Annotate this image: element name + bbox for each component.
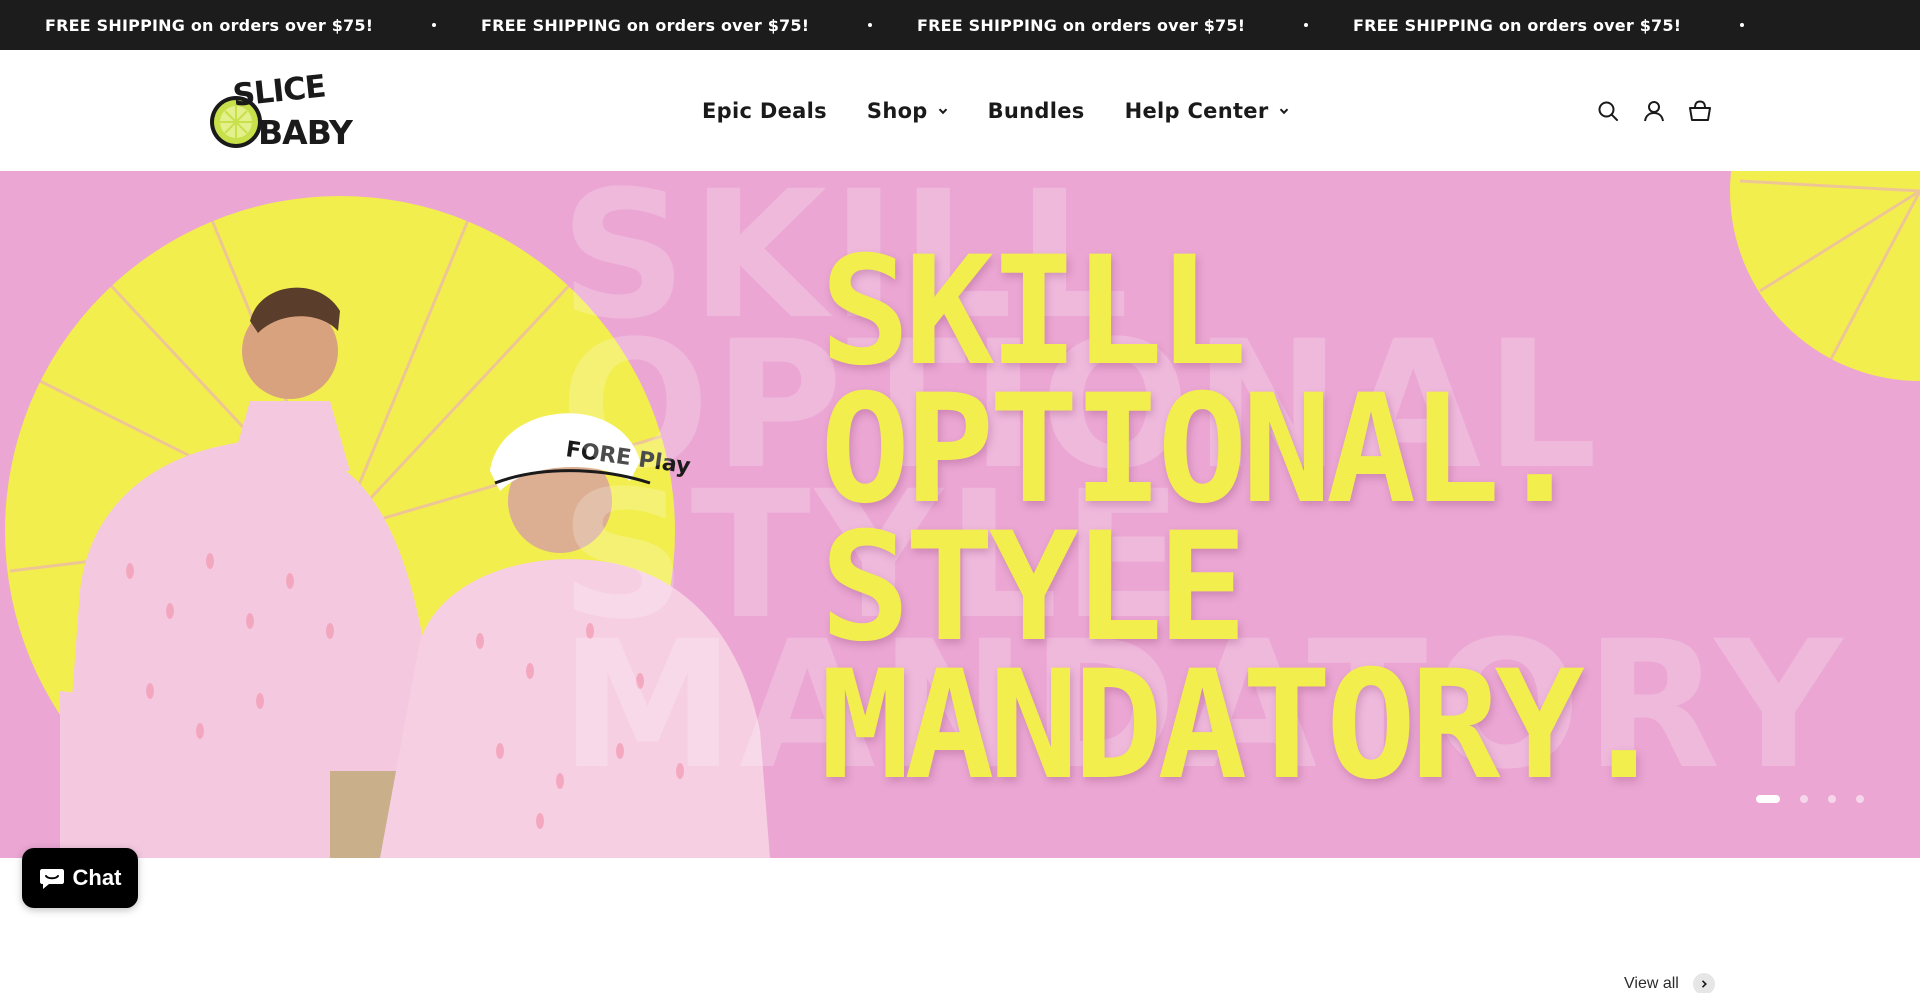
headline-line: MANDATORY. [820, 639, 1669, 813]
slide-dot-4[interactable] [1856, 795, 1864, 803]
chat-button[interactable]: Chat [22, 848, 138, 908]
search-icon[interactable] [1596, 99, 1620, 123]
nav-item-epic-deals[interactable]: Epic Deals [702, 99, 827, 123]
chevron-down-icon [938, 108, 947, 114]
announcement-text: FREE SHIPPING on orders over $75! [45, 15, 374, 35]
site-header: SLICE BABY Epic Deals Shop Bundles Help … [0, 50, 1920, 171]
nav-item-bundles[interactable]: Bundles [988, 99, 1085, 123]
slice-baby-logo[interactable]: SLICE BABY [208, 68, 355, 152]
chat-label: Chat [72, 865, 122, 890]
announcement-text: FREE SHIPPING on orders over $75! [481, 15, 810, 35]
announcement-track: FREE SHIPPING on orders over $75! FREE S… [0, 0, 1744, 50]
logo-graphic: SLICE BABY [210, 68, 355, 152]
slide-dot-1[interactable] [1756, 795, 1780, 803]
slideshow-pagination [1756, 795, 1864, 803]
account-icon[interactable] [1642, 99, 1666, 123]
nav-item-help-center[interactable]: Help Center [1125, 99, 1289, 123]
announcement-item: FREE SHIPPING on orders over $75! [0, 16, 436, 35]
announcement-item: FREE SHIPPING on orders over $75! [872, 16, 1308, 35]
slide-dot-3[interactable] [1828, 795, 1836, 803]
logo-text-slice: SLICE [231, 72, 327, 114]
announcement-bar: FREE SHIPPING on orders over $75! FREE S… [0, 0, 1920, 50]
hero-headline: SKILL OPTIONAL. STYLE MANDATORY. [820, 225, 1669, 813]
nav-label: Bundles [987, 98, 1085, 123]
slide-dot-2[interactable] [1800, 795, 1808, 803]
chat-bubble-icon [39, 869, 64, 889]
main-nav: Epic Deals Shop Bundles Help Center [702, 50, 1289, 171]
headline-line: OPTIONAL. [820, 363, 1585, 537]
announcement-text: FREE SHIPPING on orders over $75! [917, 15, 1246, 35]
announcement-text: FREE SHIPPING on orders over $75! [1353, 15, 1682, 35]
view-all-label: View all [1624, 975, 1679, 992]
nav-label: Help Center [1124, 98, 1269, 123]
view-all-link[interactable]: View all [1624, 973, 1715, 993]
announcement-item: FREE SHIPPING on orders over $75! [436, 16, 872, 35]
hero-banner[interactable]: FORE Play SKILL OPTIONAL STYLE MANDATORY… [0, 171, 1920, 858]
header-icons [1596, 50, 1712, 171]
cart-icon[interactable] [1688, 99, 1712, 123]
nav-label: Shop [866, 98, 928, 123]
logo-text-baby: BABY [258, 113, 353, 150]
headline-line: STYLE [820, 501, 1248, 675]
chevron-down-icon [1279, 108, 1288, 114]
nav-label: Epic Deals [702, 98, 827, 123]
headline-line: SKILL [820, 225, 1248, 399]
nav-item-shop[interactable]: Shop [867, 99, 948, 123]
separator-dot [1740, 23, 1744, 27]
announcement-item: FREE SHIPPING on orders over $75! [1308, 16, 1744, 35]
chevron-right-icon [1692, 973, 1715, 993]
